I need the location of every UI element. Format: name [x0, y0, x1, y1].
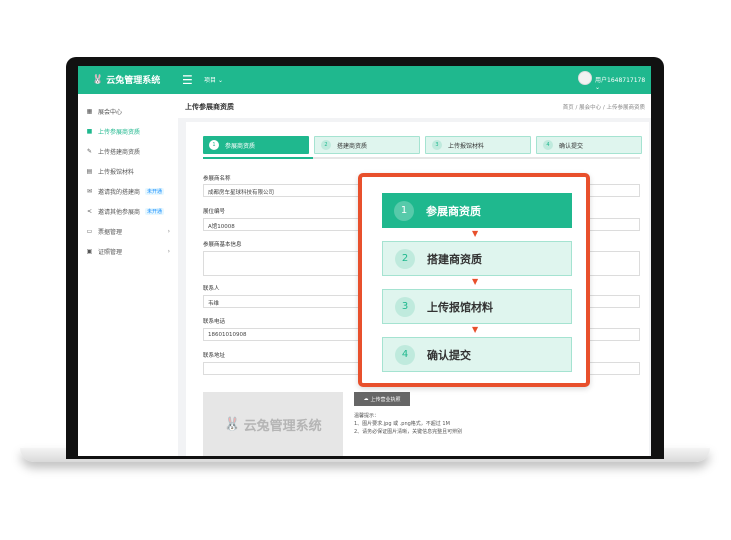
booth-number-label: 展位编号 — [203, 209, 226, 215]
receipt-icon: ▭ — [86, 228, 93, 235]
share-icon: < — [86, 208, 93, 215]
watermark-text: 云兔管理系统 — [243, 418, 322, 434]
upload-button-label: 上传营业执照 — [370, 396, 401, 403]
zoom-step-1[interactable]: 1 参展商资质 — [382, 193, 572, 228]
step-2[interactable]: 2 搭建商资质 — [314, 136, 420, 154]
grid-icon: ▦ — [86, 108, 93, 115]
rabbit-icon: 🐰 — [92, 74, 104, 85]
step-label: 确认提交 — [559, 142, 584, 150]
sidebar-item-invite-exhibitor[interactable]: < 邀请其他参展商 未开通 — [86, 207, 174, 216]
chevron-right-icon: › — [167, 248, 170, 255]
avatar[interactable] — [578, 71, 592, 85]
zoom-step-2[interactable]: 2 搭建商资质 — [382, 241, 572, 276]
arrow-down-icon: ▼ — [472, 325, 479, 334]
basic-info-label: 参展商基本信息 — [203, 242, 242, 248]
step-number: 2 — [395, 248, 415, 269]
status-badge: 未开通 — [145, 208, 165, 215]
rabbit-icon: 🐰 — [224, 416, 241, 432]
project-dropdown[interactable]: 项目 ⌄ — [204, 75, 223, 84]
steps-zoom-callout: 1 参展商资质 ▼ 2 搭建商资质 ▼ 3 上传报馆材料 ▼ 4 确认提交 — [358, 173, 590, 387]
exhibitor-name-label: 参展商名称 — [203, 176, 231, 182]
step-number: 4 — [395, 344, 415, 365]
status-badge: 未开通 — [145, 188, 165, 195]
step-label: 上传报馆材料 — [448, 142, 485, 150]
step-label: 参展商资质 — [225, 142, 256, 150]
step-label: 搭建商资质 — [427, 252, 482, 266]
contact-label: 联系人 — [203, 286, 220, 292]
edit-icon: ✎ — [86, 148, 93, 155]
page-header: 上传参展商资质 首页 / 展会中心 / 上传参展商资质 — [178, 94, 651, 118]
license-preview: 🐰 云兔管理系统 — [203, 392, 343, 456]
document-icon: ▤ — [86, 168, 93, 175]
sidebar-item-licenses[interactable]: ▣ 证照管理 › — [86, 247, 174, 256]
step-number: 3 — [395, 296, 415, 317]
sidebar-item-label: 邀请我的搭建商 — [98, 189, 141, 196]
step-label: 参展商资质 — [426, 204, 481, 218]
menu-icon[interactable]: ☰ — [182, 73, 193, 87]
sidebar: ▦ 展会中心 ■ 上传参展商资质 ✎ 上传搭建商资质 ▤ 上传报馆材料 ✉ 邀请我的搭建商… — [78, 94, 178, 456]
sidebar-item-label: 展会中心 — [98, 109, 123, 116]
step-1[interactable]: 1 参展商资质 — [203, 136, 309, 154]
sidebar-item-invite-builder[interactable]: ✉ 邀请我的搭建商 未开通 — [86, 187, 174, 196]
sidebar-item-label: 证照管理 — [98, 249, 123, 256]
id-icon: ▣ — [86, 248, 93, 255]
user-menu[interactable]: 用户1648717178 ⌄ — [595, 75, 651, 91]
tip-line: 1、图片要求.jpg 或 .png格式，不超过 1M — [354, 421, 450, 427]
tip-line: 2、请务必保证图片清晰，关键信息完整且可辨别 — [354, 429, 463, 435]
sidebar-item-label: 上传参展商资质 — [98, 129, 141, 136]
sidebar-item-label: 邀请其他参展商 — [98, 209, 141, 216]
sidebar-item-receipts[interactable]: ▭ 票据管理 › — [86, 227, 174, 236]
sidebar-item-label: 上传搭建商资质 — [98, 149, 141, 156]
mail-icon: ✉ — [86, 188, 93, 195]
progress-fill — [203, 157, 313, 159]
step-3[interactable]: 3 上传报馆材料 — [425, 136, 531, 154]
sidebar-item-label: 票据管理 — [98, 229, 123, 236]
top-navbar: 🐰 云兔管理系统 ☰ 项目 ⌄ 用户1648717178 ⌄ — [78, 66, 651, 94]
zoom-step-4[interactable]: 4 确认提交 — [382, 337, 572, 372]
watermark-logo: 🐰 云兔管理系统 — [224, 415, 321, 434]
page-title: 上传参展商资质 — [185, 103, 234, 111]
zoom-step-3[interactable]: 3 上传报馆材料 — [382, 289, 572, 324]
sidebar-item-label: 上传报馆材料 — [98, 169, 135, 176]
step-4[interactable]: 4 确认提交 — [536, 136, 642, 154]
step-label: 搭建商资质 — [337, 142, 368, 150]
step-number: 4 — [543, 140, 553, 150]
arrow-down-icon: ▼ — [472, 277, 479, 286]
sidebar-item-exhibition-center[interactable]: ▦ 展会中心 — [86, 107, 174, 116]
step-number: 1 — [209, 140, 219, 150]
breadcrumb: 首页 / 展会中心 / 上传参展商资质 — [562, 105, 645, 111]
step-label: 确认提交 — [427, 348, 471, 362]
step-number: 1 — [394, 200, 414, 221]
sidebar-item-upload-materials[interactable]: ▤ 上传报馆材料 — [86, 167, 174, 176]
sidebar-item-builder-qualification[interactable]: ✎ 上传搭建商资质 — [86, 147, 174, 156]
step-label: 上传报馆材料 — [427, 300, 493, 314]
username: 用户1648717178 — [595, 77, 646, 84]
tip-title: 温馨提示： — [354, 413, 380, 419]
chevron-right-icon: › — [167, 228, 170, 235]
chevron-down-icon: ⌄ — [217, 77, 223, 84]
step-number: 2 — [321, 140, 331, 150]
logo-text: 云兔管理系统 — [106, 76, 161, 86]
cloud-upload-icon: ☁ — [363, 396, 369, 402]
app-logo[interactable]: 🐰 云兔管理系统 — [92, 73, 161, 87]
step-number: 3 — [432, 140, 442, 150]
phone-label: 联系电话 — [203, 319, 226, 325]
sidebar-item-exhibitor-qualification[interactable]: ■ 上传参展商资质 — [86, 127, 174, 136]
chevron-down-icon: ⌄ — [595, 84, 601, 91]
address-label: 联系地址 — [203, 353, 226, 359]
project-label: 项目 — [204, 77, 217, 84]
arrow-down-icon: ▼ — [472, 229, 479, 238]
upload-license-button[interactable]: ☁ 上传营业执照 — [354, 392, 410, 406]
folder-icon: ■ — [86, 128, 93, 135]
